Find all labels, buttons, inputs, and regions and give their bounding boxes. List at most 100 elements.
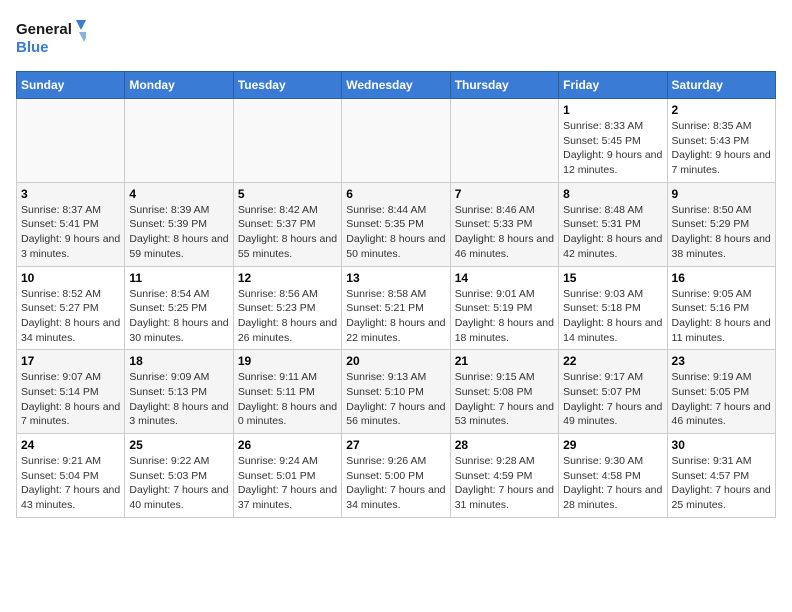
calendar-day-cell: 24 Sunrise: 9:21 AM Sunset: 5:04 PM Dayli… bbox=[17, 434, 125, 518]
day-number: 19 bbox=[238, 354, 337, 368]
day-info: Sunrise: 9:28 AM Sunset: 4:59 PM Dayligh… bbox=[455, 454, 554, 513]
weekday-header: Wednesday bbox=[342, 72, 450, 99]
calendar-week-row: 10 Sunrise: 8:52 AM Sunset: 5:27 PM Dayli… bbox=[17, 266, 776, 350]
calendar-day-cell: 2 Sunrise: 8:35 AM Sunset: 5:43 PM Daylig… bbox=[667, 99, 775, 183]
day-number: 14 bbox=[455, 271, 554, 285]
day-info: Sunrise: 9:26 AM Sunset: 5:00 PM Dayligh… bbox=[346, 454, 445, 513]
day-number: 27 bbox=[346, 438, 445, 452]
day-number: 8 bbox=[563, 187, 662, 201]
calendar-day-cell: 29Sunrise: 9:30 AM Sunset: 4:58 PM Dayli… bbox=[559, 434, 667, 518]
day-number: 30 bbox=[672, 438, 771, 452]
day-number: 24 bbox=[21, 438, 120, 452]
day-number: 20 bbox=[346, 354, 445, 368]
calendar-week-row: 3 Sunrise: 8:37 AM Sunset: 5:41 PM Daylig… bbox=[17, 182, 776, 266]
calendar-day-cell: 11 Sunrise: 8:54 AM Sunset: 5:25 PM Dayli… bbox=[125, 266, 233, 350]
logo: General Blue bbox=[16, 16, 86, 61]
calendar-day-cell: 13Sunrise: 8:58 AM Sunset: 5:21 PM Dayli… bbox=[342, 266, 450, 350]
day-info: Sunrise: 9:19 AM Sunset: 5:05 PM Dayligh… bbox=[672, 370, 771, 429]
day-number: 28 bbox=[455, 438, 554, 452]
day-info: Sunrise: 8:37 AM Sunset: 5:41 PM Dayligh… bbox=[21, 203, 120, 262]
calendar-day-cell bbox=[17, 99, 125, 183]
calendar-day-cell: 15 Sunrise: 9:03 AM Sunset: 5:18 PM Dayli… bbox=[559, 266, 667, 350]
day-number: 5 bbox=[238, 187, 337, 201]
calendar-day-cell: 18Sunrise: 9:09 AM Sunset: 5:13 PM Dayli… bbox=[125, 350, 233, 434]
calendar-day-cell: 6Sunrise: 8:44 AM Sunset: 5:35 PM Daylig… bbox=[342, 182, 450, 266]
day-info: Sunrise: 9:21 AM Sunset: 5:04 PM Dayligh… bbox=[21, 454, 120, 513]
day-info: Sunrise: 8:35 AM Sunset: 5:43 PM Dayligh… bbox=[672, 119, 771, 178]
calendar-day-cell: 4 Sunrise: 8:39 AM Sunset: 5:39 PM Daylig… bbox=[125, 182, 233, 266]
day-number: 25 bbox=[129, 438, 228, 452]
day-info: Sunrise: 8:52 AM Sunset: 5:27 PM Dayligh… bbox=[21, 287, 120, 346]
logo-svg: General Blue bbox=[16, 16, 86, 61]
calendar-week-row: 17 Sunrise: 9:07 AM Sunset: 5:14 PM Dayli… bbox=[17, 350, 776, 434]
day-info: Sunrise: 9:01 AM Sunset: 5:19 PM Dayligh… bbox=[455, 287, 554, 346]
day-number: 18 bbox=[129, 354, 228, 368]
day-info: Sunrise: 8:56 AM Sunset: 5:23 PM Dayligh… bbox=[238, 287, 337, 346]
calendar-day-cell: 5Sunrise: 8:42 AM Sunset: 5:37 PM Daylig… bbox=[233, 182, 341, 266]
calendar-day-cell: 27 Sunrise: 9:26 AM Sunset: 5:00 PM Dayli… bbox=[342, 434, 450, 518]
calendar-day-cell: 10 Sunrise: 8:52 AM Sunset: 5:27 PM Dayli… bbox=[17, 266, 125, 350]
weekday-header: Sunday bbox=[17, 72, 125, 99]
calendar-day-cell: 30 Sunrise: 9:31 AM Sunset: 4:57 PM Dayli… bbox=[667, 434, 775, 518]
calendar-day-cell bbox=[450, 99, 558, 183]
svg-text:Blue: Blue bbox=[16, 39, 49, 56]
weekday-header: Tuesday bbox=[233, 72, 341, 99]
weekday-header: Friday bbox=[559, 72, 667, 99]
day-info: Sunrise: 8:46 AM Sunset: 5:33 PM Dayligh… bbox=[455, 203, 554, 262]
calendar-day-cell: 9Sunrise: 8:50 AM Sunset: 5:29 PM Daylig… bbox=[667, 182, 775, 266]
day-info: Sunrise: 9:05 AM Sunset: 5:16 PM Dayligh… bbox=[672, 287, 771, 346]
weekday-header: Thursday bbox=[450, 72, 558, 99]
day-number: 15 bbox=[563, 271, 662, 285]
day-info: Sunrise: 9:31 AM Sunset: 4:57 PM Dayligh… bbox=[672, 454, 771, 513]
calendar-day-cell: 22 Sunrise: 9:17 AM Sunset: 5:07 PM Dayli… bbox=[559, 350, 667, 434]
calendar-week-row: 24 Sunrise: 9:21 AM Sunset: 5:04 PM Dayli… bbox=[17, 434, 776, 518]
day-number: 9 bbox=[672, 187, 771, 201]
calendar-day-cell: 1Sunrise: 8:33 AM Sunset: 5:45 PM Daylig… bbox=[559, 99, 667, 183]
day-number: 29 bbox=[563, 438, 662, 452]
calendar-day-cell: 19Sunrise: 9:11 AM Sunset: 5:11 PM Dayli… bbox=[233, 350, 341, 434]
day-number: 26 bbox=[238, 438, 337, 452]
day-number: 4 bbox=[129, 187, 228, 201]
day-info: Sunrise: 8:44 AM Sunset: 5:35 PM Dayligh… bbox=[346, 203, 445, 262]
calendar-day-cell: 8 Sunrise: 8:48 AM Sunset: 5:31 PM Daylig… bbox=[559, 182, 667, 266]
day-number: 22 bbox=[563, 354, 662, 368]
day-number: 23 bbox=[672, 354, 771, 368]
calendar-day-cell bbox=[125, 99, 233, 183]
day-info: Sunrise: 9:03 AM Sunset: 5:18 PM Dayligh… bbox=[563, 287, 662, 346]
calendar-day-cell: 23 Sunrise: 9:19 AM Sunset: 5:05 PM Dayli… bbox=[667, 350, 775, 434]
calendar-day-cell: 28 Sunrise: 9:28 AM Sunset: 4:59 PM Dayli… bbox=[450, 434, 558, 518]
day-info: Sunrise: 9:24 AM Sunset: 5:01 PM Dayligh… bbox=[238, 454, 337, 513]
calendar-day-cell bbox=[342, 99, 450, 183]
calendar-day-cell: 25Sunrise: 9:22 AM Sunset: 5:03 PM Dayli… bbox=[125, 434, 233, 518]
calendar-week-row: 1Sunrise: 8:33 AM Sunset: 5:45 PM Daylig… bbox=[17, 99, 776, 183]
day-number: 11 bbox=[129, 271, 228, 285]
day-number: 12 bbox=[238, 271, 337, 285]
day-info: Sunrise: 8:54 AM Sunset: 5:25 PM Dayligh… bbox=[129, 287, 228, 346]
calendar-day-cell bbox=[233, 99, 341, 183]
calendar-day-cell: 16Sunrise: 9:05 AM Sunset: 5:16 PM Dayli… bbox=[667, 266, 775, 350]
weekday-header: Saturday bbox=[667, 72, 775, 99]
day-number: 10 bbox=[21, 271, 120, 285]
calendar-day-cell: 14 Sunrise: 9:01 AM Sunset: 5:19 PM Dayli… bbox=[450, 266, 558, 350]
day-number: 3 bbox=[21, 187, 120, 201]
calendar-day-cell: 26 Sunrise: 9:24 AM Sunset: 5:01 PM Dayli… bbox=[233, 434, 341, 518]
weekday-header: Monday bbox=[125, 72, 233, 99]
day-info: Sunrise: 9:13 AM Sunset: 5:10 PM Dayligh… bbox=[346, 370, 445, 429]
calendar-day-cell: 20 Sunrise: 9:13 AM Sunset: 5:10 PM Dayli… bbox=[342, 350, 450, 434]
day-number: 17 bbox=[21, 354, 120, 368]
calendar-day-cell: 17 Sunrise: 9:07 AM Sunset: 5:14 PM Dayli… bbox=[17, 350, 125, 434]
page-header: General Blue bbox=[16, 16, 776, 61]
day-info: Sunrise: 9:07 AM Sunset: 5:14 PM Dayligh… bbox=[21, 370, 120, 429]
calendar-day-cell: 12 Sunrise: 8:56 AM Sunset: 5:23 PM Dayli… bbox=[233, 266, 341, 350]
calendar-day-cell: 7 Sunrise: 8:46 AM Sunset: 5:33 PM Daylig… bbox=[450, 182, 558, 266]
calendar-day-cell: 21 Sunrise: 9:15 AM Sunset: 5:08 PM Dayli… bbox=[450, 350, 558, 434]
calendar-table: SundayMondayTuesdayWednesdayThursdayFrid… bbox=[16, 71, 776, 518]
day-number: 13 bbox=[346, 271, 445, 285]
day-number: 7 bbox=[455, 187, 554, 201]
day-info: Sunrise: 9:17 AM Sunset: 5:07 PM Dayligh… bbox=[563, 370, 662, 429]
day-number: 21 bbox=[455, 354, 554, 368]
day-number: 2 bbox=[672, 103, 771, 117]
day-info: Sunrise: 8:39 AM Sunset: 5:39 PM Dayligh… bbox=[129, 203, 228, 262]
day-info: Sunrise: 8:48 AM Sunset: 5:31 PM Dayligh… bbox=[563, 203, 662, 262]
day-info: Sunrise: 9:15 AM Sunset: 5:08 PM Dayligh… bbox=[455, 370, 554, 429]
